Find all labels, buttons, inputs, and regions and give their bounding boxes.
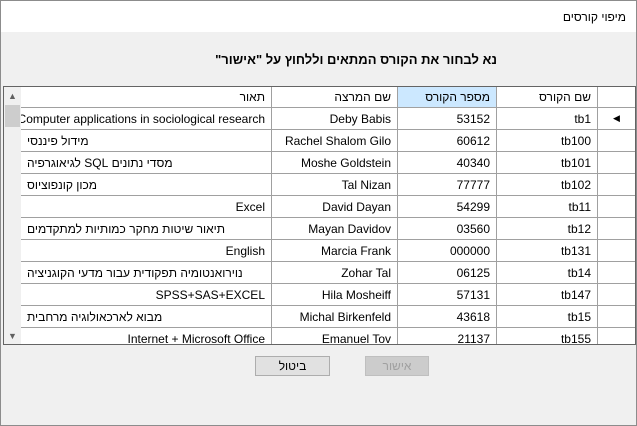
cell-course-name[interactable]: tb101	[497, 152, 598, 174]
table-row[interactable]: נוירואנטומיה תפקודית עבור מדעי הקוגניציה…	[21, 262, 635, 284]
cell-description[interactable]: מכון קונפוציוס	[21, 174, 272, 196]
row-selector[interactable]	[598, 196, 635, 218]
column-header-course-name[interactable]: שם הקורס	[497, 87, 598, 108]
cell-course-number[interactable]: 43618	[398, 306, 497, 328]
cell-course-name[interactable]: tb131	[497, 240, 598, 262]
scroll-thumb[interactable]	[5, 105, 20, 127]
cell-lecturer[interactable]: Michal Birkenfeld	[272, 306, 398, 328]
cell-course-name[interactable]: tb1	[497, 108, 598, 130]
cell-lecturer[interactable]: Emanuel Tov	[272, 328, 398, 344]
cell-course-number[interactable]: 57131	[398, 284, 497, 306]
column-header-selector	[598, 87, 635, 108]
table-row[interactable]: English Marcia Frank 000000 tb131	[21, 240, 635, 262]
cell-lecturer[interactable]: Mayan Davidov	[272, 218, 398, 240]
cell-course-name[interactable]: tb102	[497, 174, 598, 196]
cell-description[interactable]: SPSS+SAS+EXCEL	[21, 284, 272, 306]
cell-course-number[interactable]: 54299	[398, 196, 497, 218]
cell-lecturer[interactable]: Zohar Tal	[272, 262, 398, 284]
courses-table: תאור שם המרצה מספר הקורס שם הקורס Comput…	[21, 87, 635, 344]
table-row[interactable]: מסדי נתונים SQL לגיאוגרפיה Moshe Goldstei…	[21, 152, 635, 174]
course-mapping-dialog: מיפוי קורסים נא לבחור את הקורס המתאים ול…	[0, 0, 637, 426]
cell-course-name[interactable]: tb12	[497, 218, 598, 240]
row-selector[interactable]	[598, 306, 635, 328]
column-header-lecturer[interactable]: שם המרצה	[272, 87, 398, 108]
table-row[interactable]: תיאור שיטות מחקר כמותיות למתקדמים Mayan D…	[21, 218, 635, 240]
cell-lecturer[interactable]: Deby Babis	[272, 108, 398, 130]
cell-course-name[interactable]: tb11	[497, 196, 598, 218]
cell-course-name[interactable]: tb155	[497, 328, 598, 344]
cell-course-number[interactable]: 60612	[398, 130, 497, 152]
cell-course-name[interactable]: tb147	[497, 284, 598, 306]
cell-lecturer[interactable]: Hila Mosheiff	[272, 284, 398, 306]
cell-course-number[interactable]: 53152	[398, 108, 497, 130]
row-selector[interactable]: ◀	[598, 108, 635, 130]
cell-description[interactable]: תיאור שיטות מחקר כמותיות למתקדמים	[21, 218, 272, 240]
table-row[interactable]: Computer applications in sociological re…	[21, 108, 635, 130]
cancel-button[interactable]: ביטול	[255, 356, 330, 376]
row-selector[interactable]	[598, 284, 635, 306]
cell-course-number[interactable]: 21137	[398, 328, 497, 344]
row-selector[interactable]	[598, 174, 635, 196]
cell-description[interactable]: מסדי נתונים SQL לגיאוגרפיה	[21, 152, 272, 174]
cell-description[interactable]: מידול פיננסי	[21, 130, 272, 152]
column-header-description[interactable]: תאור	[21, 87, 272, 108]
cell-description[interactable]: Excel	[21, 196, 272, 218]
cell-course-number[interactable]: 06125	[398, 262, 497, 284]
row-selector[interactable]	[598, 218, 635, 240]
cell-course-name[interactable]: tb14	[497, 262, 598, 284]
table-row[interactable]: Excel David Dayan 54299 tb11	[21, 196, 635, 218]
vertical-scrollbar[interactable]: ▲ ▼	[4, 87, 21, 344]
table-row[interactable]: SPSS+SAS+EXCEL Hila Mosheiff 57131 tb147	[21, 284, 635, 306]
window-title: מיפוי קורסים	[562, 10, 626, 24]
courses-grid[interactable]: ▲ ▼ תאור שם המרצה מספר הקורס שם הקורס Co…	[3, 86, 636, 345]
cell-lecturer[interactable]: Rachel Shalom Gilo	[272, 130, 398, 152]
cell-description[interactable]: נוירואנטומיה תפקודית עבור מדעי הקוגניציה	[21, 262, 272, 284]
table-row[interactable]: מבוא לארכאולוגיה מרחבית Michal Birkenfeld…	[21, 306, 635, 328]
scroll-up-arrow-icon[interactable]: ▲	[4, 87, 21, 104]
cell-course-name[interactable]: tb15	[497, 306, 598, 328]
cell-course-number[interactable]: 77777	[398, 174, 497, 196]
column-header-course-number[interactable]: מספר הקורס	[398, 87, 497, 108]
row-selector[interactable]	[598, 130, 635, 152]
row-selector[interactable]	[598, 262, 635, 284]
cell-course-number[interactable]: 40340	[398, 152, 497, 174]
cell-course-number[interactable]: 03560	[398, 218, 497, 240]
cell-description[interactable]: Computer applications in sociological re…	[21, 108, 272, 130]
cell-description[interactable]: English	[21, 240, 272, 262]
row-selector[interactable]	[598, 152, 635, 174]
cell-course-name[interactable]: tb100	[497, 130, 598, 152]
table-row[interactable]: Internet + Microsoft Office Emanuel Tov 21…	[21, 328, 635, 344]
instruction-text: נא לבחור את הקורס המתאים וללחוץ על "אישו…	[215, 52, 497, 67]
table-header: תאור שם המרצה מספר הקורס שם הקורס	[21, 87, 635, 108]
table-row[interactable]: מכון קונפוציוס Tal Nizan 77777 tb102	[21, 174, 635, 196]
cell-course-number[interactable]: 000000	[398, 240, 497, 262]
title-bar: מיפוי קורסים	[1, 1, 636, 32]
cell-lecturer[interactable]: David Dayan	[272, 196, 398, 218]
cell-lecturer[interactable]: Marcia Frank	[272, 240, 398, 262]
cell-lecturer[interactable]: Tal Nizan	[272, 174, 398, 196]
cell-description[interactable]: Internet + Microsoft Office	[21, 328, 272, 344]
row-selector-arrow-icon: ◀	[613, 113, 620, 123]
scroll-down-arrow-icon[interactable]: ▼	[4, 327, 21, 344]
ok-button[interactable]: אישור	[365, 356, 429, 376]
cell-description[interactable]: מבוא לארכאולוגיה מרחבית	[21, 306, 272, 328]
row-selector[interactable]	[598, 240, 635, 262]
cell-lecturer[interactable]: Moshe Goldstein	[272, 152, 398, 174]
table-row[interactable]: מידול פיננסי Rachel Shalom Gilo 60612 tb100	[21, 130, 635, 152]
row-selector[interactable]	[598, 328, 635, 344]
